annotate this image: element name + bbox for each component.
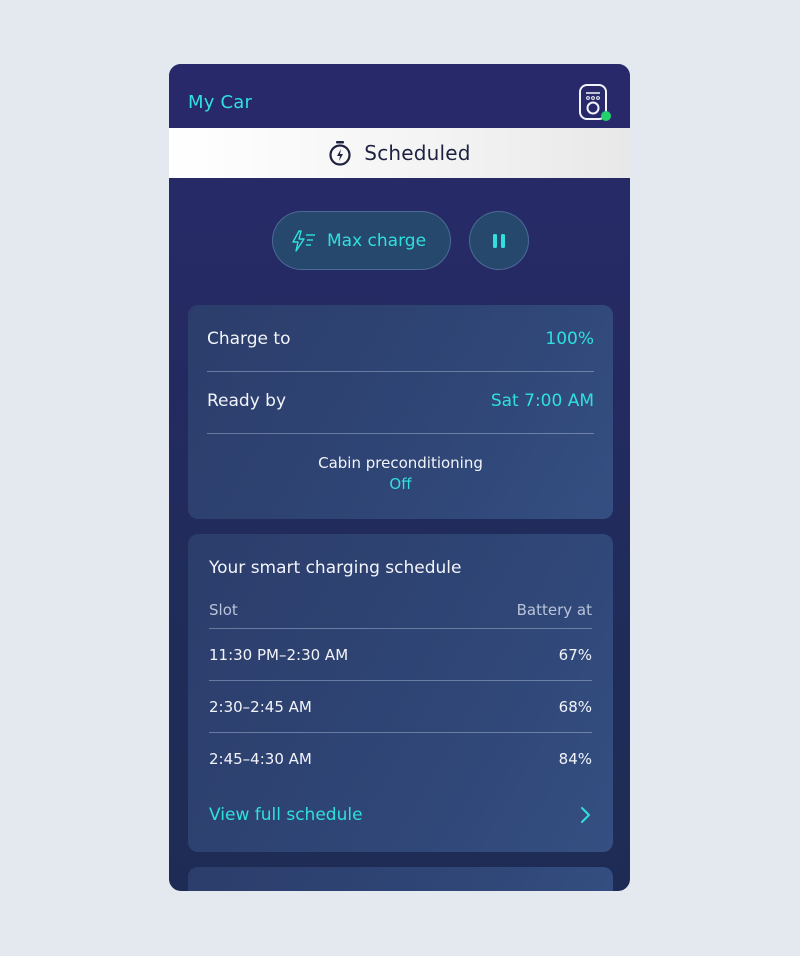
chevron-right-icon [581,807,590,823]
charging-status-banner: Scheduled [169,128,630,178]
slot-time: 11:30 PM–2:30 AM [209,646,349,664]
app-screen: My Car Scheduled Max charge Charge to 10… [169,64,630,891]
cabin-preconditioning-label: Cabin preconditioning [318,454,483,472]
divider [207,371,594,372]
charger-icon[interactable] [578,83,614,123]
schedule-row: 2:30–2:45 AM 68% [209,698,592,716]
battery-column-header: Battery at [516,601,592,619]
max-charge-button[interactable]: Max charge [272,211,451,270]
smart-charging-schedule-card: Your smart charging schedule Slot Batter… [188,534,613,852]
top-bar: My Car [169,64,630,128]
divider [207,433,594,434]
schedule-header: Slot Battery at [209,601,592,619]
charge-settings-card: Charge to 100% Ready by Sat 7:00 AM Cabi… [188,305,613,519]
schedule-row: 11:30 PM–2:30 AM 67% [209,646,592,664]
ready-by-row[interactable]: Ready by Sat 7:00 AM [207,391,594,411]
cabin-preconditioning[interactable]: Cabin preconditioning Off [188,454,613,493]
charge-to-label: Charge to [207,329,291,349]
max-charge-label: Max charge [327,230,427,251]
stopwatch-bolt-icon [329,141,351,166]
ready-by-label: Ready by [207,391,287,411]
slot-column-header: Slot [209,601,238,619]
next-card-partial [188,867,613,891]
charge-to-row[interactable]: Charge to 100% [207,329,594,349]
schedule-title: Your smart charging schedule [209,558,462,578]
charger-status-dot [601,111,611,121]
page-title: My Car [188,92,253,113]
battery-level: 68% [558,698,592,716]
cabin-preconditioning-value: Off [389,475,412,493]
divider [209,732,592,733]
schedule-row: 2:45–4:30 AM 84% [209,750,592,768]
battery-level: 67% [558,646,592,664]
status-label: Scheduled [364,141,471,165]
divider [209,628,592,629]
view-full-schedule-link[interactable]: View full schedule [209,805,592,825]
lightning-bolt-icon [292,229,315,252]
view-full-schedule-label: View full schedule [209,805,363,825]
pause-button[interactable] [469,211,529,270]
pause-icon [493,233,505,248]
divider [209,680,592,681]
slot-time: 2:30–2:45 AM [209,698,312,716]
battery-level: 84% [558,750,592,768]
slot-time: 2:45–4:30 AM [209,750,312,768]
ready-by-value: Sat 7:00 AM [490,391,594,411]
charge-to-value: 100% [545,329,594,349]
